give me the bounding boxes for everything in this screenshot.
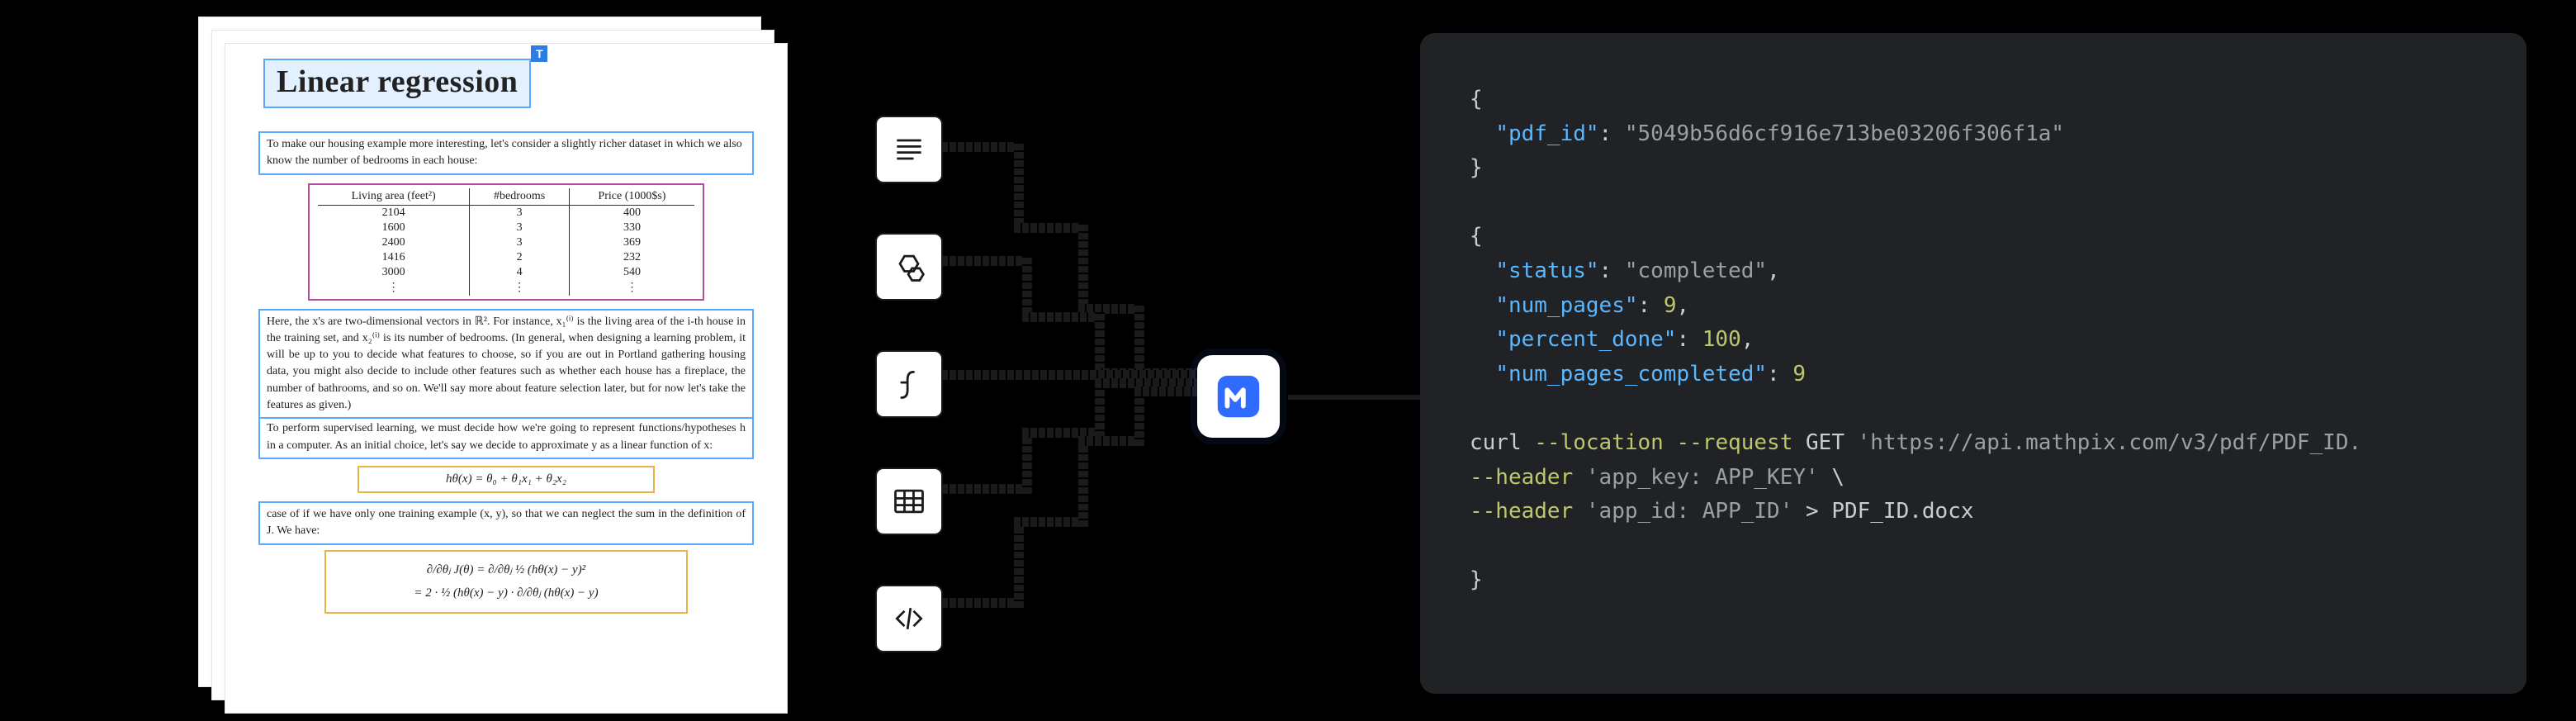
data-table-box: Living area (feet²) #bedrooms Price (100… [308,183,704,301]
curl-cmd: curl [1470,430,1522,455]
equation-2b: = 2 · ½ (hθ(x) − y) · ∂/∂θⱼ (hθ(x) − y) [336,581,676,605]
function-icon [875,350,943,418]
doc-title: Linear regression [277,64,518,99]
flag-request: --request [1676,430,1792,455]
th-bedrooms: #bedrooms [470,188,570,206]
line-continuation: \ [1831,465,1844,490]
flag-header1: --header [1470,465,1573,490]
pdf-id-value: 5049b56d6cf916e713be03206f306f1a [1638,121,2052,146]
molecule-icon [875,233,943,301]
percent-done-value: 100 [1702,327,1741,352]
paragraph-3: To perform supervised learning, we must … [258,417,754,459]
sheet-front: Linear regression T To make our housing … [225,43,788,714]
paragraph-2: Here, the x's are two-dimensional vector… [258,309,754,420]
text-icon [875,116,943,183]
table-row: 21043400 [318,205,694,221]
flag-location: --location [1534,430,1664,455]
content-type-column [875,116,943,652]
table-row: ⋮⋮⋮ [318,280,694,296]
api-output-panel: { "pdf_id": "5049b56d6cf916e713be03206f3… [1420,33,2526,694]
header1-value: 'app_key: APP_KEY' [1586,465,1819,490]
table-row: 14162232 [318,250,694,265]
status-value: completed [1638,259,1754,283]
code-icon [875,585,943,652]
table-icon [875,467,943,535]
paragraph-4: case of if we have only one training exa… [258,501,754,545]
doc-title-box: Linear regression T [263,59,531,108]
data-table: Living area (feet²) #bedrooms Price (100… [318,188,694,296]
num-pages-value: 9 [1664,293,1677,318]
diagram-stage: Linear regression T To make our housing … [0,0,2576,721]
curl-url: 'https://api.mathpix.com/v3/pdf/PDF_ID. [1858,430,2361,455]
mathpix-logo [1197,355,1280,438]
equation-1: hθ(x) = θ₀ + θ₁x₁ + θ₂x₂ [358,466,655,493]
num-pages-completed-value: 9 [1792,362,1806,387]
table-row: 24003369 [318,235,694,250]
th-price: Price (1000$s) [569,188,694,206]
title-badge: T [531,45,547,62]
table-row: 16003330 [318,221,694,235]
logo-to-output-line [1288,395,1420,400]
equation-2: ∂/∂θⱼ J(θ) = ∂/∂θⱼ ½ (hθ(x) − y)² = 2 · … [324,550,688,614]
th-living: Living area (feet²) [318,188,470,206]
intro-paragraph: To make our housing example more interes… [258,131,754,175]
out-file: PDF_ID.docx [1831,499,1973,524]
equation-2a: ∂/∂θⱼ J(θ) = ∂/∂θⱼ ½ (hθ(x) − y)² [336,558,676,582]
header2-value: 'app_id: APP_ID' [1586,499,1792,524]
redirect-op: > [1806,499,1819,524]
table-row: 30004540 [318,265,694,280]
document-stack: Linear regression T To make our housing … [198,17,776,719]
flag-header2: --header [1470,499,1573,524]
http-method: GET [1806,430,1844,455]
